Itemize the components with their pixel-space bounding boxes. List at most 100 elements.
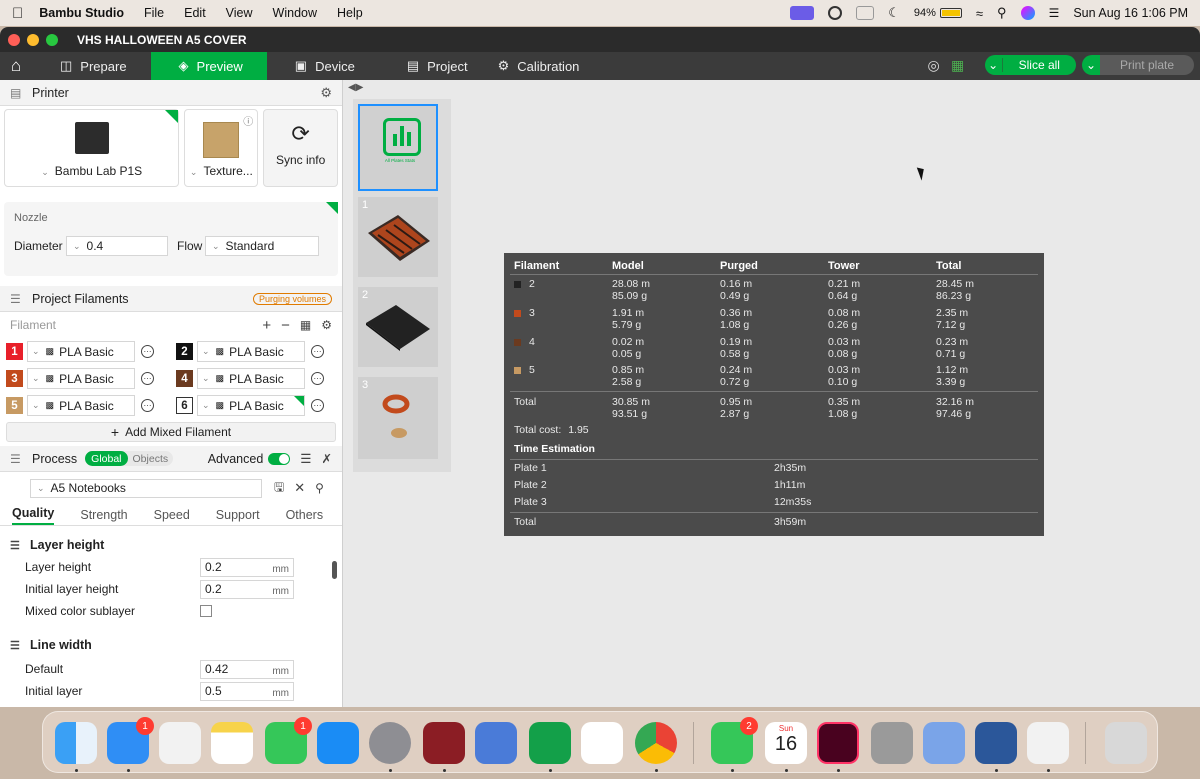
facetime-icon[interactable]: 1 <box>265 717 312 764</box>
subtab-speed[interactable]: Speed <box>154 508 190 525</box>
all-plates-stats-thumb[interactable]: All Plates Stats <box>358 104 438 191</box>
slice-all-button[interactable]: ⌄ Slice all <box>984 55 1076 75</box>
collapse-sidebar-icon[interactable]: ◀▶ <box>348 82 363 93</box>
search-icon[interactable]: ⚲ <box>997 5 1007 21</box>
trash-icon[interactable] <box>1105 722 1147 764</box>
list-icon[interactable]: ☰ <box>300 451 311 466</box>
diameter-select[interactable]: ⌄ 0.4 <box>66 236 168 256</box>
save-icon[interactable]: 🖫 <box>274 478 284 499</box>
objects-option[interactable]: Objects <box>128 453 174 465</box>
filament-3-more-icon[interactable]: ··· <box>141 372 154 385</box>
printer-select-card[interactable]: ⌄ Bambu Lab P1S <box>4 109 180 187</box>
advanced-switch[interactable] <box>268 452 291 465</box>
filament-3-select[interactable]: ⌄ ▩ PLA Basic <box>27 368 135 389</box>
filament-2-more-icon[interactable]: ··· <box>311 345 324 358</box>
purging-volumes-button[interactable]: Purging volumes <box>252 292 332 305</box>
menu-file[interactable]: File <box>144 6 164 20</box>
tab-device[interactable]: ▣ Device <box>267 52 379 80</box>
filament-1-select[interactable]: ⌄ ▩ PLA Basic <box>27 341 135 362</box>
tab-preview[interactable]: ◈ Preview <box>150 52 267 80</box>
compare-icon[interactable]: ✗ <box>322 451 332 466</box>
info-icon[interactable]: ⓘ <box>243 113 253 128</box>
remove-icon[interactable]: − <box>281 317 290 334</box>
settings-scrollbar[interactable] <box>332 561 337 579</box>
launchpad-icon[interactable] <box>159 722 201 764</box>
windows-app-icon[interactable] <box>581 722 623 764</box>
filament-1-more-icon[interactable]: ··· <box>141 345 154 358</box>
filament-2-swatch[interactable]: 2 <box>176 343 193 360</box>
tab-prepare[interactable]: ◫ Prepare <box>32 52 151 80</box>
menu-help[interactable]: Help <box>337 6 363 20</box>
filament-6-select[interactable]: ⌄ ▩ PLA Basic <box>197 395 305 416</box>
process-preset-select[interactable]: ⌄ A5 Notebooks <box>30 478 262 498</box>
print-dropdown-button[interactable]: ⌄ <box>1081 55 1100 75</box>
battery-indicator[interactable]: 94% <box>914 7 962 19</box>
print-plate-button[interactable]: Print plate <box>1099 55 1194 75</box>
minimize-window-button[interactable] <box>27 33 39 46</box>
window-icon[interactable] <box>856 6 875 20</box>
mixed-color-sublayer-checkbox[interactable] <box>200 605 212 617</box>
finder-icon[interactable] <box>55 722 97 764</box>
filament-5-select[interactable]: ⌄ ▩ PLA Basic <box>27 395 135 416</box>
subtab-quality[interactable]: Quality <box>12 506 55 525</box>
subtab-strength[interactable]: Strength <box>80 508 127 525</box>
notes-icon[interactable] <box>211 722 253 764</box>
menu-app-name[interactable]: Bambu Studio <box>39 6 124 20</box>
filament-4-select[interactable]: ⌄ ▩ PLA Basic <box>197 368 305 389</box>
tab-project[interactable]: ▤ Project <box>379 52 492 80</box>
indesign-icon[interactable] <box>817 722 859 764</box>
target-icon[interactable]: ◎ <box>925 56 943 74</box>
menu-edit[interactable]: Edit <box>184 6 206 20</box>
filament-6-swatch[interactable]: 6 <box>176 397 193 414</box>
dragon-app-icon[interactable] <box>423 722 465 764</box>
chrome-icon[interactable] <box>635 722 677 764</box>
subtab-others[interactable]: Others <box>286 508 324 525</box>
system-app-icon[interactable] <box>923 722 965 764</box>
mail-icon[interactable]: 1 <box>107 717 154 764</box>
creative-cloud-icon[interactable] <box>828 6 843 20</box>
filament-4-swatch[interactable]: 4 <box>176 370 193 387</box>
screen-share-icon[interactable] <box>790 6 815 20</box>
layer-height-input[interactable]: 0.2 mm <box>200 557 294 577</box>
plate-grid-icon[interactable]: ▦ <box>949 56 967 74</box>
plate-type-card[interactable]: ⓘ ⌄ Texture... <box>184 109 259 187</box>
plate-3-thumb[interactable]: 3 <box>358 377 438 459</box>
filament-sync-icon[interactable]: ▦ <box>300 318 311 332</box>
initial-layer-line-width-input[interactable]: 0.5 mm <box>200 681 294 701</box>
filament-5-more-icon[interactable]: ··· <box>141 399 154 412</box>
control-center-icon[interactable]: ☰ <box>1049 6 1060 20</box>
close-window-button[interactable] <box>8 33 20 46</box>
moon-icon[interactable]: ☾ <box>888 5 900 21</box>
close-icon[interactable]: ✕ <box>294 480 305 496</box>
plate-2-thumb[interactable]: 2 <box>358 287 438 367</box>
filament-6-more-icon[interactable]: ··· <box>311 399 324 412</box>
sync-info-button[interactable]: ⟳ Sync info <box>263 109 338 187</box>
app-store-icon[interactable] <box>317 722 359 764</box>
initial-layer-height-input[interactable]: 0.2 mm <box>200 579 294 599</box>
add-icon[interactable]: + <box>262 317 271 334</box>
menu-view[interactable]: View <box>226 6 253 20</box>
search-icon[interactable]: ⚲ <box>315 481 324 495</box>
filament-2-select[interactable]: ⌄ ▩ PLA Basic <box>197 341 305 362</box>
zoom-window-button[interactable] <box>46 33 58 46</box>
system-settings-icon[interactable] <box>369 722 411 764</box>
messages-icon[interactable]: 2 <box>711 717 758 764</box>
filament-1-swatch[interactable]: 1 <box>6 343 23 360</box>
filament-settings-gear-icon[interactable]: ⚙ <box>321 318 332 332</box>
printer-settings-gear-icon[interactable]: ⚙ <box>320 85 332 101</box>
add-mixed-filament-button[interactable]: + Add Mixed Filament <box>6 422 336 442</box>
filament-3-swatch[interactable]: 3 <box>6 370 23 387</box>
word-icon[interactable] <box>975 722 1017 764</box>
inkscape-icon[interactable] <box>1027 722 1069 764</box>
default-line-width-input[interactable]: 0.42 mm <box>200 659 294 679</box>
menu-window[interactable]: Window <box>273 6 317 20</box>
wifi-icon[interactable]: ≈ <box>976 6 983 21</box>
apple-icon[interactable]:  <box>12 5 23 22</box>
subtab-support[interactable]: Support <box>216 508 260 525</box>
global-objects-toggle[interactable]: Global Objects <box>85 451 174 466</box>
clock[interactable]: Sun Aug 16 1:06 PM <box>1073 6 1188 20</box>
plate-1-thumb[interactable]: 1 <box>358 197 438 277</box>
filament-5-swatch[interactable]: 5 <box>6 397 23 414</box>
filament-4-more-icon[interactable]: ··· <box>311 372 324 385</box>
calendar-icon[interactable]: Sun 16 <box>765 722 807 764</box>
